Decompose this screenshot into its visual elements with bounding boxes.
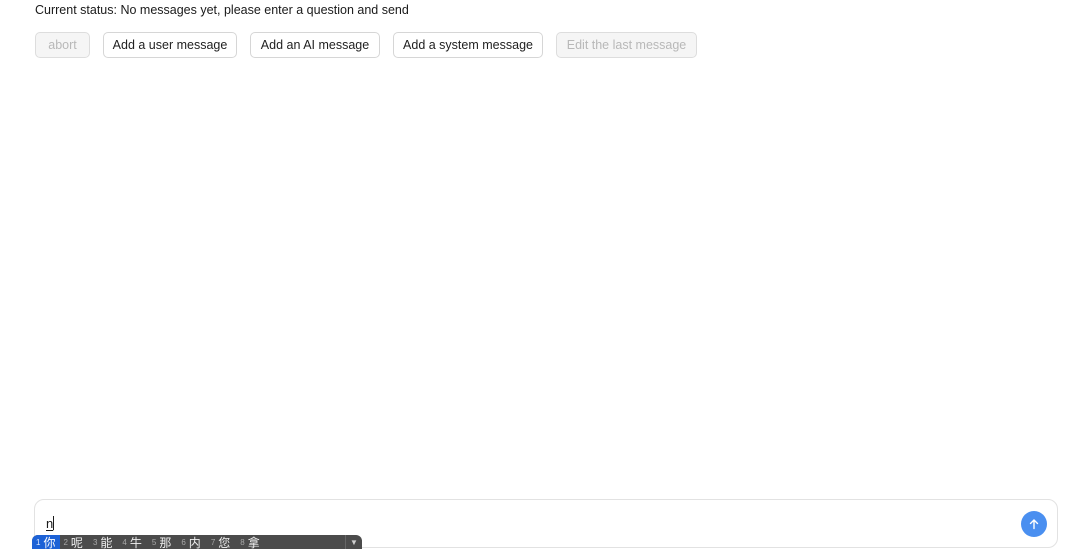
chat-page: Current status: No messages yet, please …: [0, 0, 1080, 549]
message-toolbar: abort Add a user message Add an AI messa…: [35, 32, 697, 58]
abort-button[interactable]: abort: [35, 32, 90, 58]
ime-candidate[interactable]: 1你: [32, 535, 61, 549]
ime-candidate[interactable]: 4牛: [119, 535, 148, 549]
arrow-up-icon: [1029, 519, 1039, 530]
ime-candidate[interactable]: 5那: [149, 535, 178, 549]
send-button[interactable]: [1021, 511, 1047, 537]
message-input[interactable]: n: [46, 516, 55, 532]
add-user-message-button[interactable]: Add a user message: [103, 32, 237, 58]
ime-candidate-bar: 1你 2呢 3能 4牛 5那 6内 7您 8拿 ▼: [32, 535, 362, 549]
chevron-down-icon[interactable]: ▼: [345, 535, 362, 549]
ime-candidate[interactable]: 7您: [208, 535, 237, 549]
ime-candidate[interactable]: 8拿: [237, 535, 266, 549]
text-caret: [53, 516, 55, 530]
add-system-message-button[interactable]: Add a system message: [393, 32, 543, 58]
ime-candidate[interactable]: 6内: [178, 535, 207, 549]
add-ai-message-button[interactable]: Add an AI message: [250, 32, 380, 58]
composing-text: n: [46, 516, 54, 531]
ime-candidate[interactable]: 2呢: [60, 535, 89, 549]
status-text: Current status: No messages yet, please …: [35, 3, 409, 17]
ime-candidate[interactable]: 3能: [90, 535, 119, 549]
edit-last-message-button[interactable]: Edit the last message: [556, 32, 697, 58]
